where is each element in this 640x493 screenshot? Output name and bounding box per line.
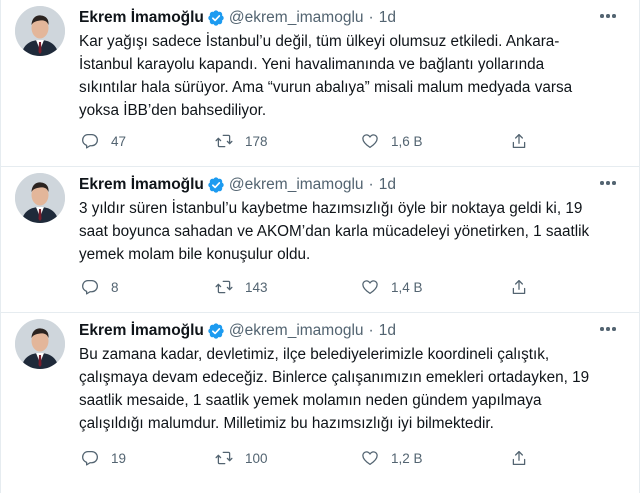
reply-count: 8 xyxy=(111,279,119,295)
like-count: 1,4 B xyxy=(391,279,423,295)
tweet-text: Kar yağışı sadece İstanbul’u değil, tüm … xyxy=(79,33,573,119)
verified-badge-icon xyxy=(208,177,224,193)
verified-badge-icon xyxy=(208,10,224,26)
avatar[interactable] xyxy=(15,173,65,223)
tweet-actions: 8 143 1,4 B xyxy=(79,277,549,297)
share-icon xyxy=(512,450,526,466)
share-button[interactable] xyxy=(510,278,528,296)
avatar[interactable] xyxy=(15,6,65,56)
reply-count: 19 xyxy=(111,450,127,466)
reply-button[interactable]: 47 xyxy=(81,132,126,150)
heart-icon xyxy=(362,280,378,295)
share-icon xyxy=(512,279,526,295)
avatar[interactable] xyxy=(15,319,65,369)
author-handle[interactable]: @ekrem_imamoglu xyxy=(229,9,364,27)
author-name[interactable]: Ekrem İmamoğlu xyxy=(79,176,204,194)
tweet-feed: Ekrem İmamoğlu @ekrem_imamoglu · 1d Kar … xyxy=(0,0,640,493)
retweet-icon xyxy=(215,451,233,465)
more-options-icon[interactable] xyxy=(597,321,619,337)
tweet-header: Ekrem İmamoğlu @ekrem_imamoglu · 1d xyxy=(79,175,396,195)
retweet-button[interactable]: 143 xyxy=(215,278,268,296)
reply-button[interactable]: 8 xyxy=(81,278,119,296)
like-button[interactable]: 1,2 B xyxy=(361,449,423,467)
tweet-actions: 19 100 1,2 B xyxy=(79,448,549,468)
heart-icon xyxy=(362,451,378,466)
author-name[interactable]: Ekrem İmamoğlu xyxy=(79,9,204,27)
tweet-text: 3 yıldır süren İstanbul’u kaybetme hazım… xyxy=(79,200,590,263)
avatar-photo xyxy=(15,319,65,369)
retweet-count: 100 xyxy=(245,450,268,466)
retweet-count: 178 xyxy=(245,133,268,149)
more-options-icon[interactable] xyxy=(597,8,619,24)
tweet-header: Ekrem İmamoğlu @ekrem_imamoglu · 1d xyxy=(79,8,396,28)
reply-button[interactable]: 19 xyxy=(81,449,126,467)
author-handle[interactable]: @ekrem_imamoglu xyxy=(229,176,364,194)
timestamp[interactable]: 1d xyxy=(379,9,396,27)
author-handle[interactable]: @ekrem_imamoglu xyxy=(229,322,364,340)
retweet-button[interactable]: 100 xyxy=(215,449,268,467)
share-button[interactable] xyxy=(510,132,528,150)
tweet-actions: 47 178 1,6 B xyxy=(79,131,549,151)
avatar-photo xyxy=(15,173,65,223)
like-button[interactable]: 1,6 B xyxy=(361,132,423,150)
tweet-text: Bu zamana kadar, devletimiz, ilçe beledi… xyxy=(79,346,590,432)
retweet-button[interactable]: 178 xyxy=(215,132,268,150)
author-name[interactable]: Ekrem İmamoğlu xyxy=(79,322,204,340)
like-button[interactable]: 1,4 B xyxy=(361,278,423,296)
reply-count: 47 xyxy=(111,133,127,149)
retweet-icon xyxy=(215,280,233,294)
retweet-count: 143 xyxy=(245,279,268,295)
reply-icon xyxy=(82,450,98,466)
retweet-icon xyxy=(215,134,233,148)
share-icon xyxy=(512,133,526,149)
separator-dot: · xyxy=(368,176,374,193)
like-count: 1,6 B xyxy=(391,133,423,149)
tweet[interactable]: Ekrem İmamoğlu @ekrem_imamoglu · 1d 3 yı… xyxy=(1,167,640,313)
reply-icon xyxy=(82,133,98,149)
more-options-icon[interactable] xyxy=(597,175,619,191)
timestamp[interactable]: 1d xyxy=(379,322,396,340)
tweet[interactable]: Ekrem İmamoğlu @ekrem_imamoglu · 1d Kar … xyxy=(1,0,640,167)
separator-dot: · xyxy=(368,9,374,26)
separator-dot: · xyxy=(368,322,374,339)
heart-icon xyxy=(362,134,378,149)
avatar-photo xyxy=(15,6,65,56)
timestamp[interactable]: 1d xyxy=(379,176,396,194)
tweet-header: Ekrem İmamoğlu @ekrem_imamoglu · 1d xyxy=(79,321,396,341)
like-count: 1,2 B xyxy=(391,450,423,466)
share-button[interactable] xyxy=(510,449,528,467)
verified-badge-icon xyxy=(208,323,224,339)
reply-icon xyxy=(82,279,98,295)
tweet[interactable]: Ekrem İmamoğlu @ekrem_imamoglu · 1d Bu z… xyxy=(1,313,640,493)
